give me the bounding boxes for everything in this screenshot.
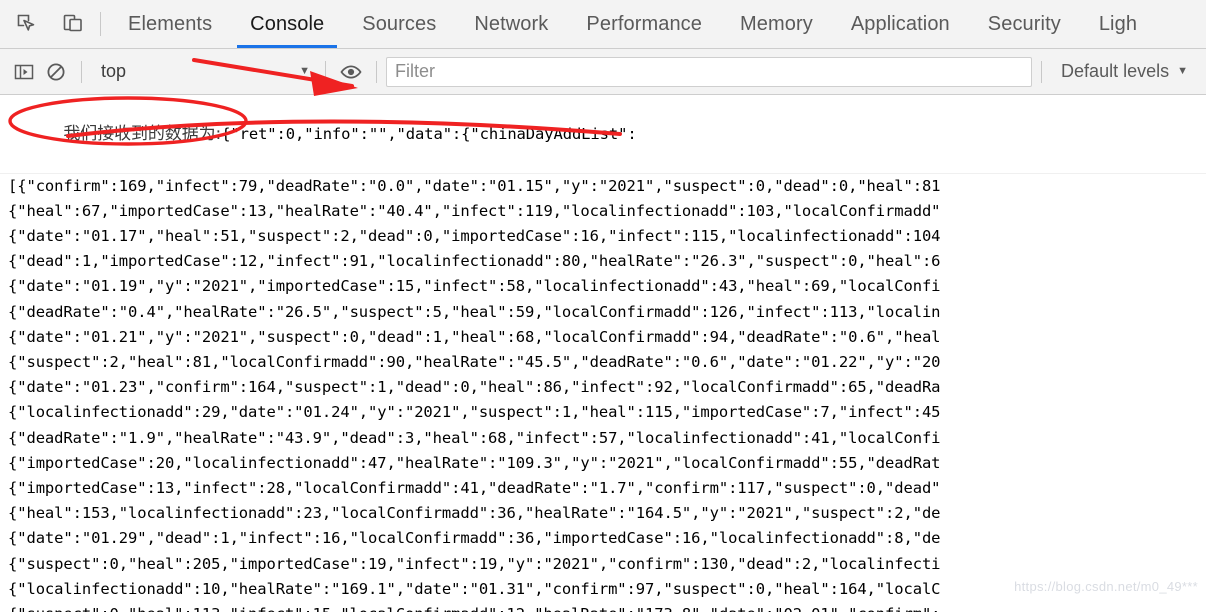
devtools-window: Elements Console Sources Network Perform… — [0, 0, 1206, 612]
console-message-line: {"heal":67,"importedCase":13,"healRate":… — [0, 199, 1206, 224]
console-toolbar: top ▼ Default levels ▼ — [0, 49, 1206, 95]
tab-elements[interactable]: Elements — [109, 0, 231, 48]
console-message-line: [{"confirm":169,"infect":79,"deadRate":"… — [0, 174, 1206, 199]
json-text: {"deadRate":"1.9","healRate":"43.9","dea… — [8, 428, 941, 447]
console-sidebar-icon[interactable] — [8, 56, 40, 88]
chevron-down-icon: ▼ — [299, 65, 310, 77]
toolbar-divider-4 — [1041, 60, 1043, 83]
console-message-line: {"date":"01.29","dead":1,"infect":16,"lo… — [0, 526, 1206, 551]
console-message-line: {"heal":153,"localinfectionadd":23,"loca… — [0, 501, 1206, 526]
json-text: {"date":"01.21","y":"2021","suspect":0,"… — [8, 327, 941, 346]
live-expression-eye-icon[interactable] — [335, 56, 367, 88]
json-text: {"heal":67,"importedCase":13,"healRate":… — [8, 201, 941, 220]
json-text: {"localinfectionadd":29,"date":"01.24","… — [8, 403, 941, 422]
tab-label: Application — [850, 12, 950, 35]
tab-sources[interactable]: Sources — [343, 0, 455, 48]
console-message-line: {"date":"01.23","confirm":164,"suspect":… — [0, 375, 1206, 400]
json-text: {"deadRate":"0.4","healRate":"26.5","sus… — [8, 302, 941, 321]
log-levels-label: Default levels — [1061, 61, 1170, 81]
json-text: {"importedCase":13,"infect":28,"localCon… — [8, 479, 941, 498]
log-levels-selector[interactable]: Default levels ▼ — [1051, 57, 1198, 87]
tabbar-divider — [100, 12, 101, 36]
tab-console[interactable]: Console — [231, 0, 343, 48]
console-message-first[interactable]: 我们接收到的数据为:{"ret":0,"info":"","data":{"ch… — [0, 97, 1206, 174]
console-message-line: {"suspect":0,"heal":205,"importedCase":1… — [0, 552, 1206, 577]
execution-context-value: top — [101, 61, 127, 81]
tab-label: Network — [474, 12, 549, 35]
json-text: {"suspect":2,"heal":81,"localConfirmadd"… — [8, 353, 941, 372]
json-text: {"date":"01.17","heal":51,"suspect":2,"d… — [8, 227, 941, 246]
json-text: {"localinfectionadd":10,"healRate":"169.… — [8, 579, 941, 598]
tab-security[interactable]: Security — [969, 0, 1080, 48]
console-message-line: {"suspect":0,"heal":113,"infect":15,"loc… — [0, 602, 1206, 612]
panel-tabs: Elements Console Sources Network Perform… — [109, 0, 1206, 48]
console-message-list[interactable]: 我们接收到的数据为:{"ret":0,"info":"","data":{"ch… — [0, 95, 1206, 612]
json-text: {"date":"01.19","y":"2021","importedCase… — [8, 277, 941, 296]
tab-label: Performance — [586, 12, 702, 35]
clear-console-icon[interactable] — [40, 56, 72, 88]
console-message-line: {"date":"01.21","y":"2021","suspect":0,"… — [0, 325, 1206, 350]
devtools-tabbar: Elements Console Sources Network Perform… — [0, 0, 1206, 49]
console-message-line: {"importedCase":13,"infect":28,"localCon… — [0, 476, 1206, 501]
tab-memory[interactable]: Memory — [721, 0, 832, 48]
tab-label: Security — [987, 12, 1061, 35]
chevron-down-icon: ▼ — [1177, 65, 1188, 77]
console-message-line: {"date":"01.19","y":"2021","importedCase… — [0, 274, 1206, 299]
tab-label: Elements — [128, 12, 213, 35]
console-message-line: {"suspect":2,"heal":81,"localConfirmadd"… — [0, 350, 1206, 375]
tab-lighthouse[interactable]: Ligh — [1080, 0, 1156, 48]
tabbar-icon-group — [0, 0, 90, 48]
console-message-line: {"importedCase":20,"localinfectionadd":4… — [0, 451, 1206, 476]
console-message-prefix: 我们接收到的数据为: — [63, 124, 222, 145]
tab-network[interactable]: Network — [455, 0, 567, 48]
inspect-cursor-icon[interactable] — [10, 7, 44, 41]
tab-label: Memory — [740, 12, 813, 35]
console-message-line: {"localinfectionadd":29,"date":"01.24","… — [0, 400, 1206, 425]
toolbar-divider-2 — [325, 60, 326, 83]
filter-input[interactable] — [386, 56, 1033, 87]
toolbar-divider-1 — [81, 60, 82, 83]
json-text: {"heal":153,"localinfectionadd":23,"loca… — [8, 504, 941, 523]
console-message-line: {"dead":1,"importedCase":12,"infect":91,… — [0, 249, 1206, 274]
json-text: {"importedCase":20,"localinfectionadd":4… — [8, 453, 941, 472]
toolbar-divider-3 — [376, 60, 377, 83]
json-text: {"date":"01.29","dead":1,"infect":16,"lo… — [8, 529, 941, 548]
tab-label: Console — [250, 12, 325, 35]
execution-context-selector[interactable]: top ▼ — [91, 57, 316, 87]
json-text: {"date":"01.23","confirm":164,"suspect":… — [8, 378, 941, 397]
tab-application[interactable]: Application — [832, 0, 969, 48]
tab-label: Sources — [362, 12, 437, 35]
console-message-line: {"localinfectionadd":10,"healRate":"169.… — [0, 577, 1206, 602]
device-toolbar-icon[interactable] — [56, 7, 90, 41]
console-message-line: {"date":"01.17","heal":51,"suspect":2,"d… — [0, 224, 1206, 249]
tab-label: Ligh — [1098, 12, 1138, 35]
json-text: {"suspect":0,"heal":113,"infect":15,"loc… — [8, 605, 941, 612]
json-text: {"suspect":0,"heal":205,"importedCase":1… — [8, 554, 941, 573]
json-text: {"dead":1,"importedCase":12,"infect":91,… — [8, 252, 941, 271]
console-message-line: {"deadRate":"0.4","healRate":"26.5","sus… — [0, 300, 1206, 325]
tab-performance[interactable]: Performance — [567, 0, 721, 48]
console-message-line: {"deadRate":"1.9","healRate":"43.9","dea… — [0, 426, 1206, 451]
json-text: [{"confirm":169,"infect":79,"deadRate":"… — [8, 176, 941, 195]
console-message-json-line: {"ret":0,"info":"","data":{"chinaDayAddL… — [221, 125, 637, 144]
